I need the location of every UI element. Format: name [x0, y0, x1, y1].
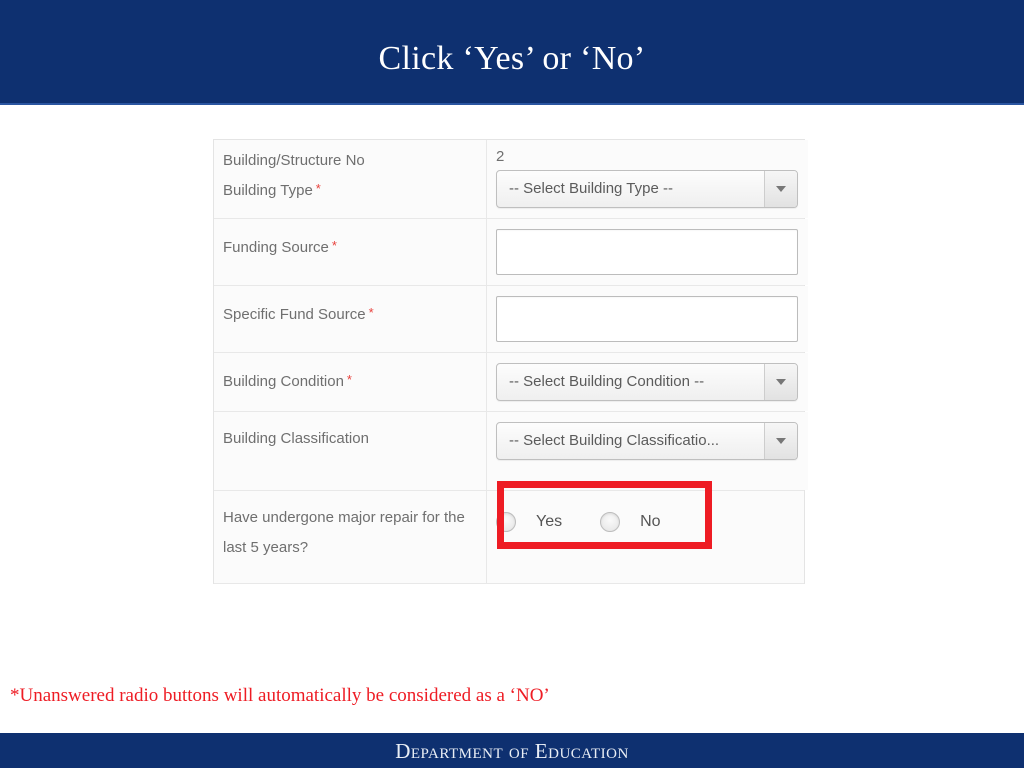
required-asterisk: *	[315, 181, 321, 196]
table-row: Specific Fund Source *	[214, 286, 808, 353]
row-label-cell: Have undergone major repair for the last…	[214, 491, 487, 583]
select-building-condition-value: -- Select Building Condition --	[509, 373, 705, 390]
radio-label-yes: Yes	[536, 513, 563, 530]
page-title: Click ‘Yes’ or ‘No’	[378, 40, 646, 77]
label-building-structure-no: Building/Structure No	[223, 152, 365, 169]
row-label-cell: Building Condition *	[214, 353, 487, 411]
label-building-type: Building Type	[223, 182, 313, 199]
chevron-down-icon[interactable]	[764, 423, 797, 459]
row-label-cell: Funding Source *	[214, 219, 487, 285]
radio-option-no[interactable]: No	[600, 509, 661, 535]
building-details-form-table: Building/Structure No Building Type * 2 -…	[213, 139, 808, 584]
header-divider-rule	[0, 103, 1024, 105]
row-value-cell: -- Select Building Classificatio...	[487, 412, 808, 490]
row-value-cell: -- Select Building Condition --	[487, 353, 808, 411]
footer-brand-text: Department of Education	[395, 739, 629, 763]
row-value-cell: 2 -- Select Building Type --	[487, 140, 808, 218]
radio-label-no: No	[640, 513, 661, 530]
slide-footer-bar: Department of Education	[0, 733, 1024, 768]
row-label-cell: Building/Structure No Building Type *	[214, 140, 487, 218]
required-asterisk: *	[346, 372, 352, 387]
select-building-classification-value: -- Select Building Classificatio...	[509, 432, 720, 449]
required-asterisk: *	[331, 238, 337, 253]
chevron-down-icon[interactable]	[764, 364, 797, 400]
label-building-classification: Building Classification	[223, 430, 369, 447]
label-building-condition: Building Condition	[223, 373, 344, 390]
chevron-down-icon[interactable]	[764, 171, 797, 207]
row-value-cell	[487, 286, 808, 352]
select-building-type-value: -- Select Building Type --	[509, 180, 673, 197]
select-building-condition[interactable]: -- Select Building Condition --	[496, 363, 798, 401]
footnote-text: *Unanswered radio buttons will automatic…	[10, 685, 550, 706]
table-row: Building Condition * -- Select Building C…	[214, 353, 808, 412]
table-row: Building Classification -- Select Buildi…	[214, 412, 808, 491]
select-building-type[interactable]: -- Select Building Type --	[496, 170, 798, 208]
row-label-cell: Building Classification	[214, 412, 487, 490]
funding-source-input[interactable]	[496, 229, 798, 275]
select-building-classification[interactable]: -- Select Building Classificatio...	[496, 422, 798, 460]
row-value-cell	[487, 219, 808, 285]
slide-header-banner: Click ‘Yes’ or ‘No’	[0, 0, 1024, 105]
label-funding-source: Funding Source	[223, 239, 329, 256]
value-building-structure-no: 2	[496, 148, 505, 165]
label-specific-fund-source: Specific Fund Source	[223, 306, 366, 323]
radio-option-yes[interactable]: Yes	[496, 509, 562, 535]
radio-button-icon[interactable]	[600, 512, 621, 532]
table-row: Building/Structure No Building Type * 2 -…	[214, 140, 808, 219]
radio-button-icon[interactable]	[496, 512, 516, 532]
row-value-cell: Yes No	[487, 491, 804, 583]
specific-fund-source-input[interactable]	[496, 296, 798, 342]
table-row: Have undergone major repair for the last…	[214, 491, 804, 584]
major-repair-radio-group: Yes No	[496, 509, 794, 535]
table-row: Funding Source *	[214, 219, 808, 286]
label-major-repair-question: Have undergone major repair for the last…	[223, 509, 465, 556]
required-asterisk: *	[368, 305, 374, 320]
row-label-cell: Specific Fund Source *	[214, 286, 487, 352]
